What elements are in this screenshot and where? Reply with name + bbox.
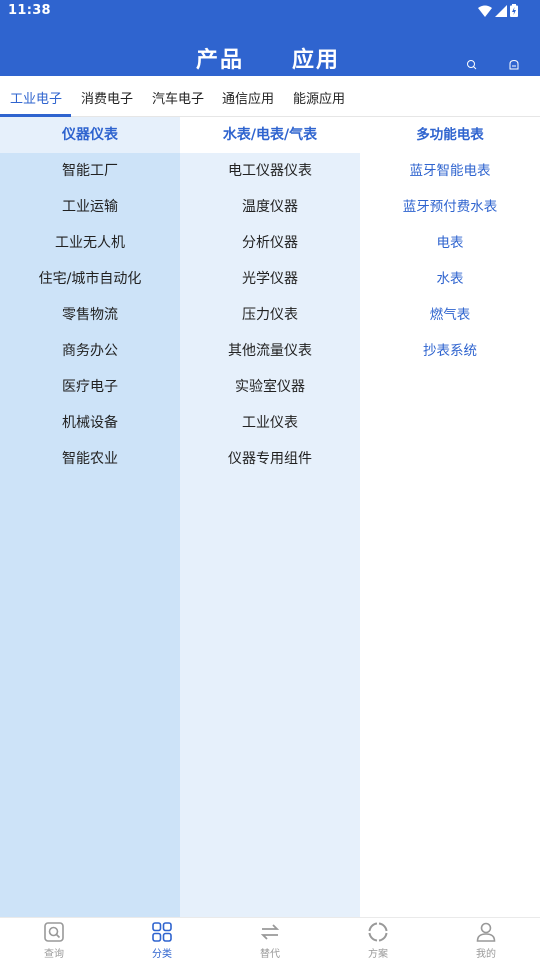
category-tab-consumer[interactable]: 消费电子 xyxy=(81,88,133,107)
category-tab-communication[interactable]: 通信应用 xyxy=(222,88,274,107)
search-icon[interactable] xyxy=(465,58,479,72)
application-item[interactable]: 零售物流 xyxy=(0,297,180,333)
status-bar: 11:38 xyxy=(0,0,540,24)
application-list: 仪器仪表 智能工厂 工业运输 工业无人机 住宅/城市自动化 零售物流 商务办公 … xyxy=(0,117,180,917)
cell-signal-icon xyxy=(495,4,507,17)
subcategory-item[interactable]: 光学仪器 xyxy=(180,261,360,297)
subcategory-item[interactable]: 仪器专用组件 xyxy=(180,441,360,477)
category-tab-energy[interactable]: 能源应用 xyxy=(293,88,345,107)
nav-category[interactable]: 分类 xyxy=(108,918,216,960)
application-item[interactable]: 商务办公 xyxy=(0,333,180,369)
app-root: 11:38 产品 应用 工业电子 消费电子 汽车电子 通信应用 能源应用 仪器仪… xyxy=(0,0,540,960)
application-item[interactable]: 工业无人机 xyxy=(0,225,180,261)
tab-applications[interactable]: 应用 xyxy=(292,42,340,74)
person-icon xyxy=(476,922,496,942)
loading-ring-icon xyxy=(368,922,388,942)
status-time: 11:38 xyxy=(8,3,51,18)
subcategory-item[interactable]: 电工仪器仪表 xyxy=(180,153,360,189)
subcategory-item-selected[interactable]: 水表/电表/气表 xyxy=(180,117,360,153)
category-tab-automotive[interactable]: 汽车电子 xyxy=(152,88,204,107)
swap-arrows-icon xyxy=(260,924,280,940)
application-item[interactable]: 智能农业 xyxy=(0,441,180,477)
nav-label: 我的 xyxy=(476,949,496,960)
status-icons xyxy=(478,4,518,17)
subcategory-list: 水表/电表/气表 电工仪器仪表 温度仪器 分析仪器 光学仪器 压力仪表 其他流量… xyxy=(180,117,360,917)
product-list: 多功能电表 蓝牙智能电表 蓝牙预付费水表 电表 水表 燃气表 抄表系统 xyxy=(360,117,540,917)
subcategory-item[interactable]: 实验室仪器 xyxy=(180,369,360,405)
search-box-icon xyxy=(44,922,64,942)
subcategory-item[interactable]: 其他流量仪表 xyxy=(180,333,360,369)
category-tab-industrial[interactable]: 工业电子 xyxy=(10,88,62,107)
product-item[interactable]: 燃气表 xyxy=(360,297,540,333)
product-item[interactable]: 多功能电表 xyxy=(360,117,540,153)
nav-label: 查询 xyxy=(44,949,64,960)
product-item[interactable]: 抄表系统 xyxy=(360,333,540,369)
application-item[interactable]: 医疗电子 xyxy=(0,369,180,405)
subcategory-item[interactable]: 分析仪器 xyxy=(180,225,360,261)
nav-label: 分类 xyxy=(152,949,172,960)
nav-query[interactable]: 查询 xyxy=(0,918,108,960)
product-item[interactable]: 蓝牙预付费水表 xyxy=(360,189,540,225)
subcategory-item[interactable]: 温度仪器 xyxy=(180,189,360,225)
message-icon[interactable] xyxy=(507,58,521,72)
application-item[interactable]: 住宅/城市自动化 xyxy=(0,261,180,297)
subcategory-item[interactable]: 工业仪表 xyxy=(180,405,360,441)
product-item[interactable]: 电表 xyxy=(360,225,540,261)
application-item-selected[interactable]: 仪器仪表 xyxy=(0,117,180,153)
category-tabs: 工业电子 消费电子 汽车电子 通信应用 能源应用 xyxy=(0,76,540,117)
nav-solution[interactable]: 方案 xyxy=(324,918,432,960)
application-item[interactable]: 机械设备 xyxy=(0,405,180,441)
battery-icon xyxy=(510,4,518,17)
nav-label: 替代 xyxy=(260,949,280,960)
application-item[interactable]: 智能工厂 xyxy=(0,153,180,189)
bottom-navigation: 查询 分类 替代 方案 我的 xyxy=(0,917,540,960)
wifi-icon xyxy=(478,5,492,17)
subcategory-item[interactable]: 压力仪表 xyxy=(180,297,360,333)
top-header: 11:38 产品 应用 xyxy=(0,0,540,76)
product-item[interactable]: 蓝牙智能电表 xyxy=(360,153,540,189)
grid-icon xyxy=(152,922,172,942)
tab-products[interactable]: 产品 xyxy=(196,42,244,74)
nav-label: 方案 xyxy=(368,949,388,960)
product-item[interactable]: 水表 xyxy=(360,261,540,297)
application-item[interactable]: 工业运输 xyxy=(0,189,180,225)
header-title-row: 产品 应用 xyxy=(0,40,540,76)
nav-profile[interactable]: 我的 xyxy=(432,918,540,960)
nav-substitute[interactable]: 替代 xyxy=(216,918,324,960)
